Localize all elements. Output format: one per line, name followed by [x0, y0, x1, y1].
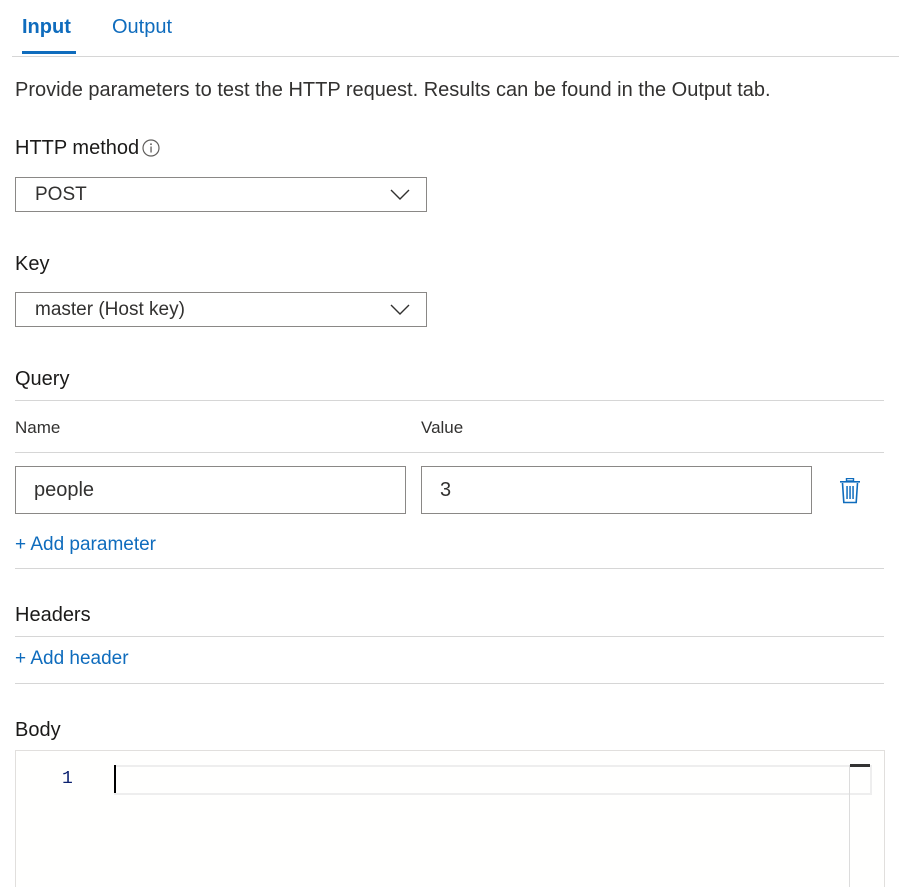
- body-code-editor[interactable]: 1: [15, 750, 885, 887]
- http-method-selected-value: POST: [35, 184, 87, 205]
- http-method-dropdown[interactable]: POST: [15, 177, 427, 212]
- query-value-column-header: Value: [421, 418, 464, 437]
- query-name-input[interactable]: [34, 479, 394, 502]
- key-dropdown[interactable]: master (Host key): [15, 292, 427, 327]
- key-selected-value: master (Host key): [35, 299, 185, 320]
- query-bottom-divider: [15, 568, 884, 569]
- headers-divider: [15, 636, 884, 637]
- description-text: Provide parameters to test the HTTP requ…: [15, 79, 771, 101]
- query-divider: [15, 400, 884, 401]
- current-line-highlight: [114, 765, 872, 795]
- http-method-label: HTTP method: [15, 137, 140, 159]
- chevron-down-icon: [390, 303, 410, 321]
- body-section-title: Body: [15, 719, 61, 741]
- tab-input[interactable]: Input: [22, 14, 71, 40]
- overview-ruler-cursor-mark: [850, 764, 870, 767]
- info-icon[interactable]: [141, 138, 161, 164]
- chevron-down-icon: [390, 188, 410, 206]
- key-label: Key: [15, 253, 50, 275]
- add-header-link[interactable]: + Add header: [15, 648, 129, 670]
- line-number: 1: [62, 769, 73, 789]
- headers-section-title: Headers: [15, 604, 91, 626]
- query-name-field[interactable]: [15, 466, 406, 514]
- http-method-label-row: HTTP method: [15, 137, 161, 164]
- query-value-field[interactable]: [421, 466, 812, 514]
- test-run-panel: Input Output Provide parameters to test …: [0, 0, 899, 887]
- active-tab-indicator: [22, 51, 76, 54]
- text-cursor: [114, 765, 116, 793]
- query-section-title: Query: [15, 368, 70, 390]
- editor-scrollbar[interactable]: [849, 765, 850, 887]
- query-header-divider: [15, 452, 884, 453]
- query-name-column-header: Name: [15, 418, 61, 437]
- trash-icon[interactable]: [838, 477, 862, 509]
- tab-bar: Input Output: [12, 0, 899, 57]
- add-parameter-link[interactable]: + Add parameter: [15, 534, 156, 556]
- query-value-input[interactable]: [440, 479, 800, 502]
- tab-output[interactable]: Output: [112, 14, 172, 40]
- headers-bottom-divider: [15, 683, 884, 684]
